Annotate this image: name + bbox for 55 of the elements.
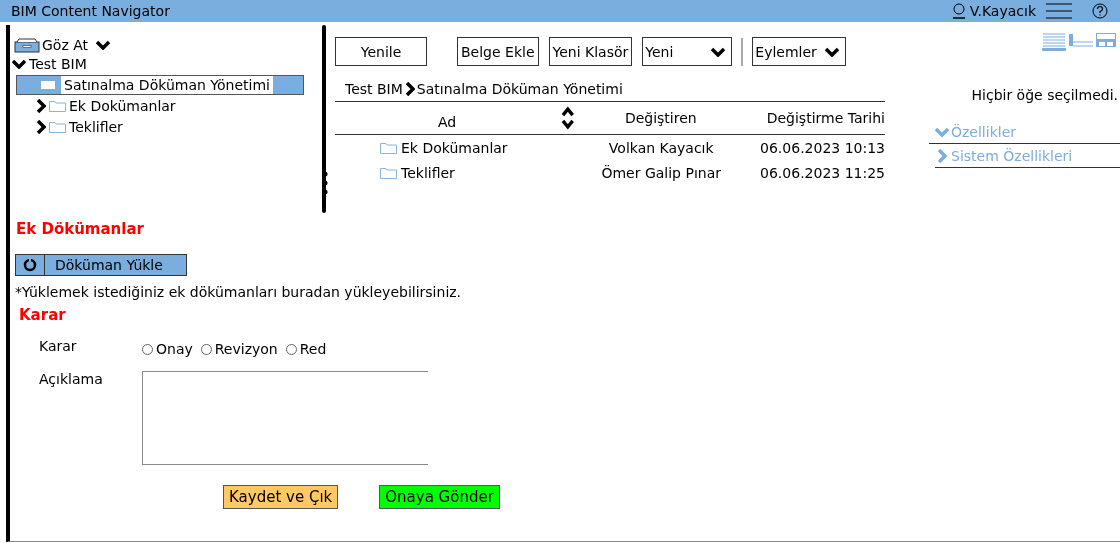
breadcrumb-link[interactable]: Test BIM bbox=[345, 81, 403, 97]
folder-icon bbox=[49, 120, 66, 133]
field-label: Açıklama bbox=[39, 371, 104, 387]
table-cell-text: Volkan Kayacık bbox=[607, 139, 715, 156]
action-button[interactable]: Onaya Gönder bbox=[379, 485, 500, 509]
tree-item[interactable]: Test BIM bbox=[29, 54, 87, 73]
comment-field[interactable] bbox=[142, 371, 428, 465]
window-title: BIM Content Navigator bbox=[11, 3, 170, 19]
radio-option[interactable]: Onay bbox=[142, 341, 193, 357]
column-header[interactable]: Değiştiren bbox=[582, 110, 739, 126]
dropdown-chevron-icon bbox=[96, 40, 111, 50]
drawer-icon bbox=[14, 37, 40, 53]
upload-button[interactable]: Döküman Yükle bbox=[15, 254, 187, 276]
breadcrumb-chevron-icon bbox=[404, 82, 415, 96]
sort-icon[interactable] bbox=[561, 105, 575, 131]
field-label: Karar bbox=[39, 338, 78, 354]
radio-option[interactable]: Red bbox=[285, 341, 327, 357]
tree-item[interactable]: Teklifler bbox=[69, 117, 123, 136]
tree-item[interactable]: Ek Dokümanlar bbox=[69, 96, 176, 115]
folder-icon bbox=[49, 99, 66, 112]
dropdown-button[interactable]: Yeni bbox=[642, 37, 733, 66]
caret-icon bbox=[824, 46, 839, 57]
column-header[interactable]: Ad bbox=[335, 114, 560, 130]
table-cell-text: 06.06.2023 11:25 bbox=[759, 164, 885, 181]
menu-icon[interactable] bbox=[1045, 3, 1073, 19]
breadcrumb-link[interactable]: Satınalma Döküman Yönetimi bbox=[416, 81, 623, 97]
user-icon bbox=[950, 3, 967, 19]
section-title: Ek Dökümanlar bbox=[16, 220, 145, 238]
caret-icon bbox=[711, 46, 726, 57]
table-cell[interactable]: Teklifler bbox=[401, 164, 455, 181]
folder-icon bbox=[41, 80, 55, 89]
user-name[interactable]: V.Kayacık bbox=[969, 3, 1036, 19]
table-cell-text: 06.06.2023 10:13 bbox=[759, 139, 885, 156]
table-cell[interactable]: Ek Dokümanlar bbox=[401, 139, 508, 156]
folder-icon bbox=[380, 166, 397, 179]
column-header[interactable]: Değiştirme Tarihi bbox=[738, 110, 885, 126]
section-title: Karar bbox=[19, 306, 67, 324]
empty-message: Hiçbir öğe seçilmedi. bbox=[970, 87, 1119, 103]
hint-text: *Yüklemek istediğiniz ek dökümanları buradan yükleyebilirsiniz. bbox=[15, 284, 463, 300]
help-icon[interactable] bbox=[1092, 3, 1108, 19]
dropdown-button[interactable]: Eylemler bbox=[752, 37, 846, 66]
browse-label[interactable]: Göz At bbox=[42, 37, 89, 53]
splitter-handle[interactable] bbox=[322, 25, 326, 213]
list-view-icon[interactable] bbox=[1042, 33, 1066, 51]
toolbar-button[interactable]: Yenile bbox=[335, 37, 427, 66]
radio-option[interactable]: Revizyon bbox=[200, 341, 278, 357]
toolbar-button[interactable]: Yeni Klasör bbox=[548, 37, 633, 66]
refresh-icon bbox=[23, 258, 37, 272]
table-cell-text: Ömer Galip Pınar bbox=[600, 164, 722, 181]
tree-item[interactable]: Satınalma Döküman Yönetimi bbox=[16, 74, 304, 95]
grid-view-icon[interactable] bbox=[1096, 33, 1116, 47]
details-view-icon[interactable] bbox=[1068, 33, 1094, 47]
toolbar-button[interactable]: Belge Ekle bbox=[457, 37, 539, 66]
action-button[interactable]: Kaydet ve Çık bbox=[223, 485, 339, 509]
folder-icon bbox=[380, 141, 397, 154]
